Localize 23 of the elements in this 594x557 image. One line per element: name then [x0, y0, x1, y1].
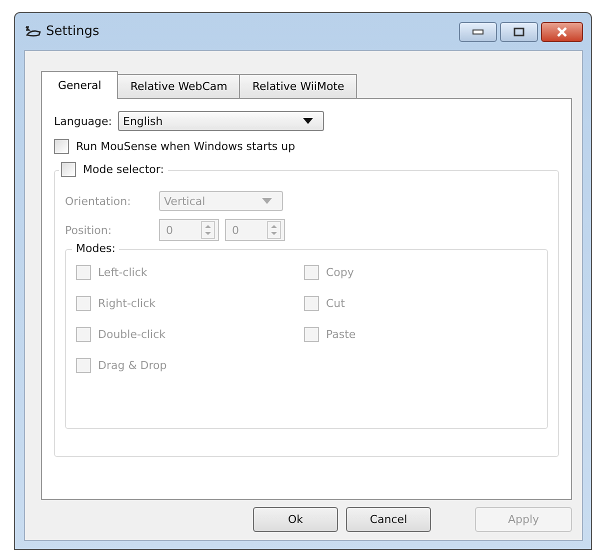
language-dropdown[interactable]: English [118, 111, 324, 131]
maximize-button[interactable] [500, 22, 538, 42]
dropdown-arrow-icon [303, 118, 313, 124]
modes-label: Modes: [72, 242, 120, 255]
hand-icon [24, 24, 42, 38]
language-label: Language: [54, 114, 112, 128]
dropdown-arrow-icon [262, 198, 272, 204]
position-label: Position: [65, 224, 113, 236]
tab[interactable]: General [41, 71, 118, 99]
minimize-button[interactable] [459, 22, 497, 42]
tab[interactable]: Relative WiiMote [239, 74, 358, 98]
startup-checkbox[interactable]: Run MouSense when Windows starts up [54, 139, 563, 154]
spinner-arrows-icon [201, 221, 215, 239]
window-title: Settings [46, 24, 100, 39]
close-button[interactable] [541, 22, 583, 42]
minimize-icon [472, 28, 484, 34]
orientation-label: Orientation: [65, 194, 132, 208]
dialog-button[interactable]: Cancel [346, 507, 431, 532]
maximize-icon [513, 26, 525, 36]
close-icon [555, 26, 569, 38]
tab[interactable]: Relative WebCam [117, 74, 240, 98]
spinner-arrows-icon [267, 221, 281, 239]
dialog-button[interactable]: Ok [253, 507, 338, 532]
